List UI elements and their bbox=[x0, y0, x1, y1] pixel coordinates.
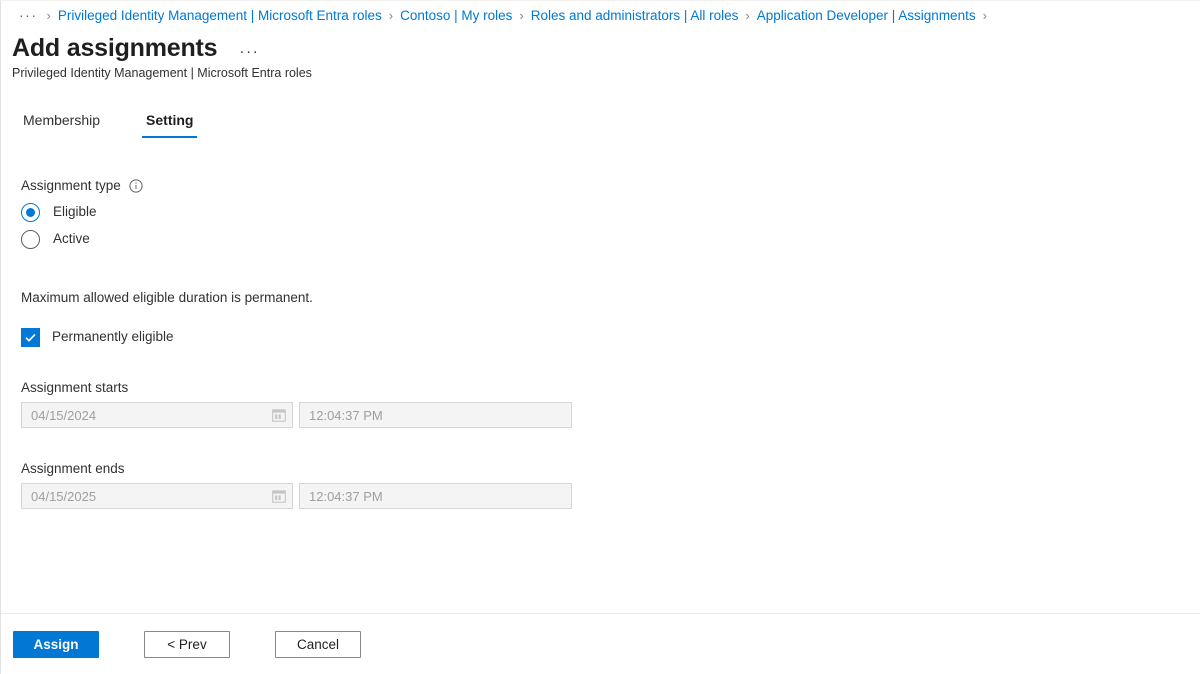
breadcrumb-item-pim[interactable]: Privileged Identity Management | Microso… bbox=[58, 8, 382, 23]
assignment-starts-time-value: 12:04:37 PM bbox=[309, 407, 383, 423]
assignment-ends-date-input[interactable]: 04/15/2025 bbox=[21, 483, 293, 509]
chevron-right-icon: › bbox=[745, 7, 750, 23]
checkbox-indicator[interactable] bbox=[21, 327, 40, 347]
assignment-ends-row: 04/15/2025 12:04:37 PM bbox=[21, 483, 1200, 509]
assignment-starts-label: Assignment starts bbox=[21, 380, 129, 395]
chevron-right-icon: › bbox=[519, 7, 524, 23]
chevron-right-icon: › bbox=[388, 7, 394, 23]
calendar-icon[interactable] bbox=[272, 489, 286, 503]
setting-form: Assignment type Eligible Active Maximum … bbox=[1, 138, 1200, 613]
breadcrumb-item-all-roles[interactable]: Roles and administrators | All roles bbox=[531, 8, 739, 23]
more-options-icon[interactable]: ··· bbox=[239, 43, 259, 60]
tab-list: Membership Setting bbox=[1, 106, 1200, 138]
page-title: Add assignments bbox=[12, 34, 218, 62]
breadcrumb-overflow-icon[interactable]: ··· bbox=[19, 7, 40, 23]
cancel-button[interactable]: Cancel bbox=[275, 630, 361, 658]
assignment-type-label-row: Assignment type bbox=[21, 178, 1200, 193]
tab-setting[interactable]: Setting bbox=[142, 111, 198, 138]
info-icon[interactable] bbox=[129, 178, 143, 193]
duration-note: Maximum allowed eligible duration is per… bbox=[21, 290, 313, 305]
tab-membership[interactable]: Membership bbox=[19, 111, 104, 138]
assignment-starts-date-input[interactable]: 04/15/2024 bbox=[21, 402, 293, 428]
breadcrumb-item-my-roles[interactable]: Contoso | My roles bbox=[400, 8, 512, 23]
page-header: Add assignments ··· bbox=[1, 33, 1200, 63]
assignment-ends-time-input[interactable]: 12:04:37 PM bbox=[299, 483, 572, 509]
assignment-type-label: Assignment type bbox=[21, 178, 121, 193]
assign-button[interactable]: Assign bbox=[13, 630, 99, 658]
permanently-eligible-label: Permanently eligible bbox=[52, 329, 174, 344]
add-assignments-blade: ··· › Privileged Identity Management | M… bbox=[0, 0, 1200, 674]
assignment-ends-group: Assignment ends 04/15/2025 12:04:37 PM bbox=[21, 461, 1200, 509]
radio-option-eligible[interactable]: Eligible bbox=[21, 202, 97, 222]
radio-active-indicator[interactable] bbox=[21, 229, 40, 249]
assignment-ends-time-value: 12:04:37 PM bbox=[309, 488, 383, 504]
permanently-eligible-checkbox[interactable]: Permanently eligible bbox=[21, 327, 174, 347]
assignment-ends-date-value: 04/15/2025 bbox=[31, 488, 97, 504]
prev-button[interactable]: < Prev bbox=[144, 630, 230, 658]
breadcrumb: ··· › Privileged Identity Management | M… bbox=[1, 3, 1200, 27]
assignment-starts-group: Assignment starts 04/15/2024 12:04:37 PM bbox=[21, 380, 1200, 428]
breadcrumb-item-assignments[interactable]: Application Developer | Assignments bbox=[757, 8, 976, 23]
assignment-starts-time-input[interactable]: 12:04:37 PM bbox=[299, 402, 572, 428]
radio-eligible-indicator[interactable] bbox=[21, 202, 40, 222]
page-subtitle: Privileged Identity Management | Microso… bbox=[12, 66, 312, 80]
chevron-right-icon: › bbox=[982, 7, 987, 23]
radio-eligible-label: Eligible bbox=[53, 204, 97, 219]
radio-active-label: Active bbox=[53, 231, 90, 246]
calendar-icon[interactable] bbox=[272, 408, 286, 422]
chevron-right-icon: › bbox=[46, 7, 51, 23]
assignment-starts-row: 04/15/2024 12:04:37 PM bbox=[21, 402, 1200, 428]
assignment-starts-date-value: 04/15/2024 bbox=[31, 407, 97, 423]
assignment-ends-label: Assignment ends bbox=[21, 461, 125, 476]
blade-footer: Assign < Prev Cancel bbox=[1, 613, 1200, 674]
radio-option-active[interactable]: Active bbox=[21, 229, 90, 249]
